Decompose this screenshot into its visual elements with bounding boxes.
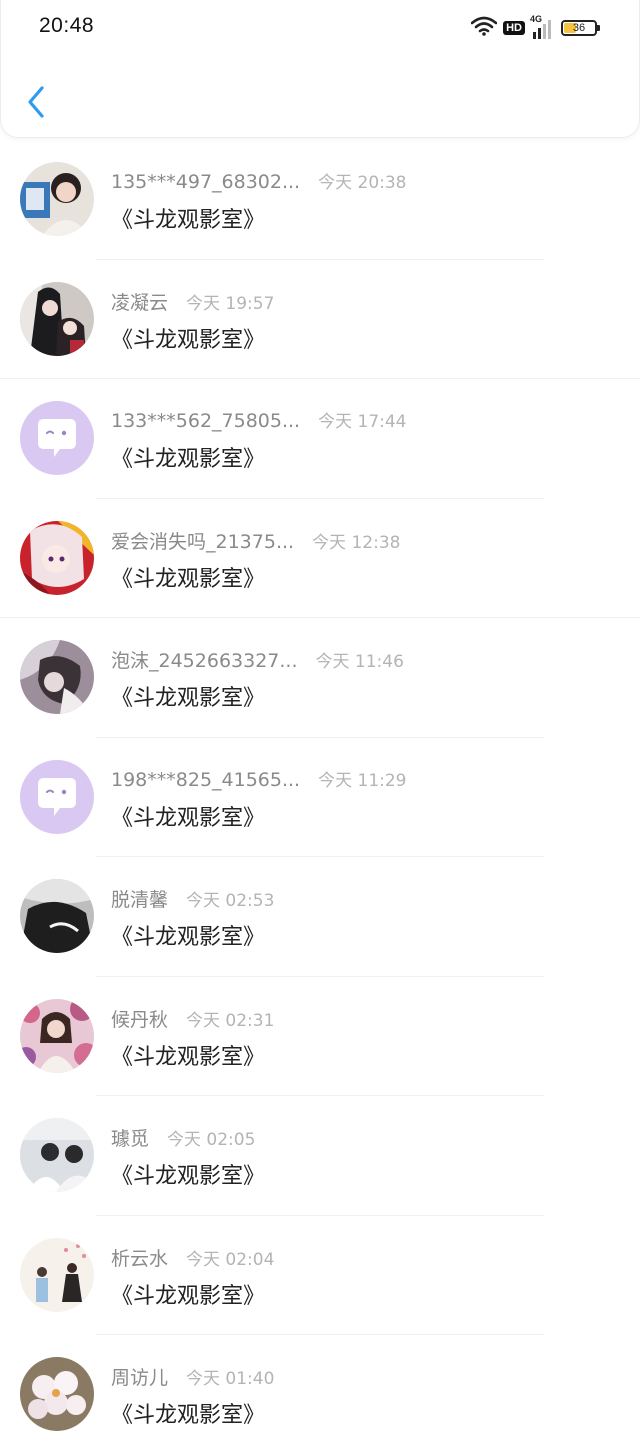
message-preview: 《斗龙观影室》: [111, 1283, 266, 1309]
message-preview: 《斗龙观影室》: [111, 208, 266, 233]
message-preview: 《斗龙观影室》: [111, 327, 266, 353]
conversation-item[interactable]: 析云水 今天 02:04 《斗龙观影室》: [0, 1216, 640, 1335]
message-preview: 《斗龙观影室》: [111, 805, 266, 831]
top-bar: 20:48 HD 4G 36: [0, 0, 640, 138]
conversation-item[interactable]: 璩觅 今天 02:05 《斗龙观影室》: [0, 1096, 640, 1216]
contact-name: 璩觅: [111, 1128, 150, 1150]
message-time: 今天 20:38: [318, 173, 407, 193]
message-time: 今天 11:46: [315, 652, 404, 672]
conversation-item[interactable]: 周访儿 今天 01:40 《斗龙观影室》: [0, 1335, 640, 1455]
contact-name: 脱清馨: [111, 889, 169, 911]
conversation-item[interactable]: 泡沫_2452663327... 今天 11:46 《斗龙观影室》: [0, 618, 640, 738]
contact-name: 爱会消失吗_21375...: [111, 530, 295, 553]
avatar[interactable]: [20, 879, 94, 953]
message-time: 今天 02:53: [186, 891, 275, 911]
avatar[interactable]: [20, 162, 94, 236]
contact-name: 候丹秋: [111, 1008, 169, 1031]
status-icons: HD 4G 36: [470, 14, 600, 41]
message-time: 今天 11:29: [318, 770, 407, 791]
conversation-item[interactable]: 133***562_75805... 今天 17:44 《斗龙观影室》: [0, 379, 640, 499]
contact-name: 198***825_41565...: [111, 768, 301, 791]
message-preview: 《斗龙观影室》: [111, 1044, 266, 1070]
chevron-left-icon: [25, 84, 47, 124]
message-time: 今天 12:38: [312, 532, 401, 553]
message-preview: 《斗龙观影室》: [111, 447, 266, 472]
conversation-item[interactable]: 135***497_68302... 今天 20:38 《斗龙观影室》: [0, 140, 640, 260]
conversation-list: 135***497_68302... 今天 20:38 《斗龙观影室》 凌凝云 …: [0, 140, 640, 1455]
avatar[interactable]: [20, 401, 94, 475]
contact-name: 133***562_75805...: [111, 410, 301, 432]
conversation-item[interactable]: 爱会消失吗_21375... 今天 12:38 《斗龙观影室》: [0, 499, 640, 618]
avatar[interactable]: [20, 1118, 94, 1192]
status-time: 20:48: [39, 14, 95, 37]
message-time: 今天 02:05: [167, 1130, 256, 1150]
contact-name: 泡沫_2452663327...: [111, 650, 298, 672]
conversation-item[interactable]: 脱清馨 今天 02:53 《斗龙观影室》: [0, 857, 640, 977]
avatar[interactable]: [20, 640, 94, 714]
avatar[interactable]: [20, 520, 94, 595]
signal-icon: 4G: [530, 14, 551, 39]
message-preview: 《斗龙观影室》: [111, 925, 266, 950]
message-time: 今天 17:44: [318, 412, 407, 432]
hd-badge: HD: [503, 21, 525, 35]
conversation-item[interactable]: 198***825_41565... 今天 11:29 《斗龙观影室》: [0, 738, 640, 857]
avatar[interactable]: [20, 759, 94, 834]
avatar[interactable]: [20, 1357, 94, 1431]
back-button[interactable]: [19, 84, 53, 124]
avatar[interactable]: [20, 281, 94, 356]
message-time: 今天 02:04: [186, 1249, 275, 1270]
message-time: 今天 19:57: [186, 293, 275, 314]
battery-icon: 36: [561, 20, 600, 36]
message-preview: 《斗龙观影室》: [111, 686, 266, 711]
conversation-item[interactable]: 凌凝云 今天 19:57 《斗龙观影室》: [0, 260, 640, 379]
message-preview: 《斗龙观影室》: [111, 566, 266, 592]
network-label: 4G: [530, 14, 543, 24]
contact-name: 凌凝云: [111, 291, 169, 314]
avatar[interactable]: [20, 1237, 94, 1312]
conversation-item[interactable]: 候丹秋 今天 02:31 《斗龙观影室》: [0, 977, 640, 1096]
wifi-icon: [470, 16, 498, 40]
avatar[interactable]: [20, 998, 94, 1073]
contact-name: 析云水: [111, 1247, 169, 1270]
message-time: 今天 01:40: [186, 1369, 275, 1389]
message-preview: 《斗龙观影室》: [111, 1164, 266, 1189]
message-preview: 《斗龙观影室》: [111, 1403, 266, 1428]
contact-name: 135***497_68302...: [111, 171, 301, 193]
message-time: 今天 02:31: [186, 1010, 275, 1031]
battery-level: 36: [572, 22, 586, 34]
contact-name: 周访儿: [111, 1367, 169, 1389]
